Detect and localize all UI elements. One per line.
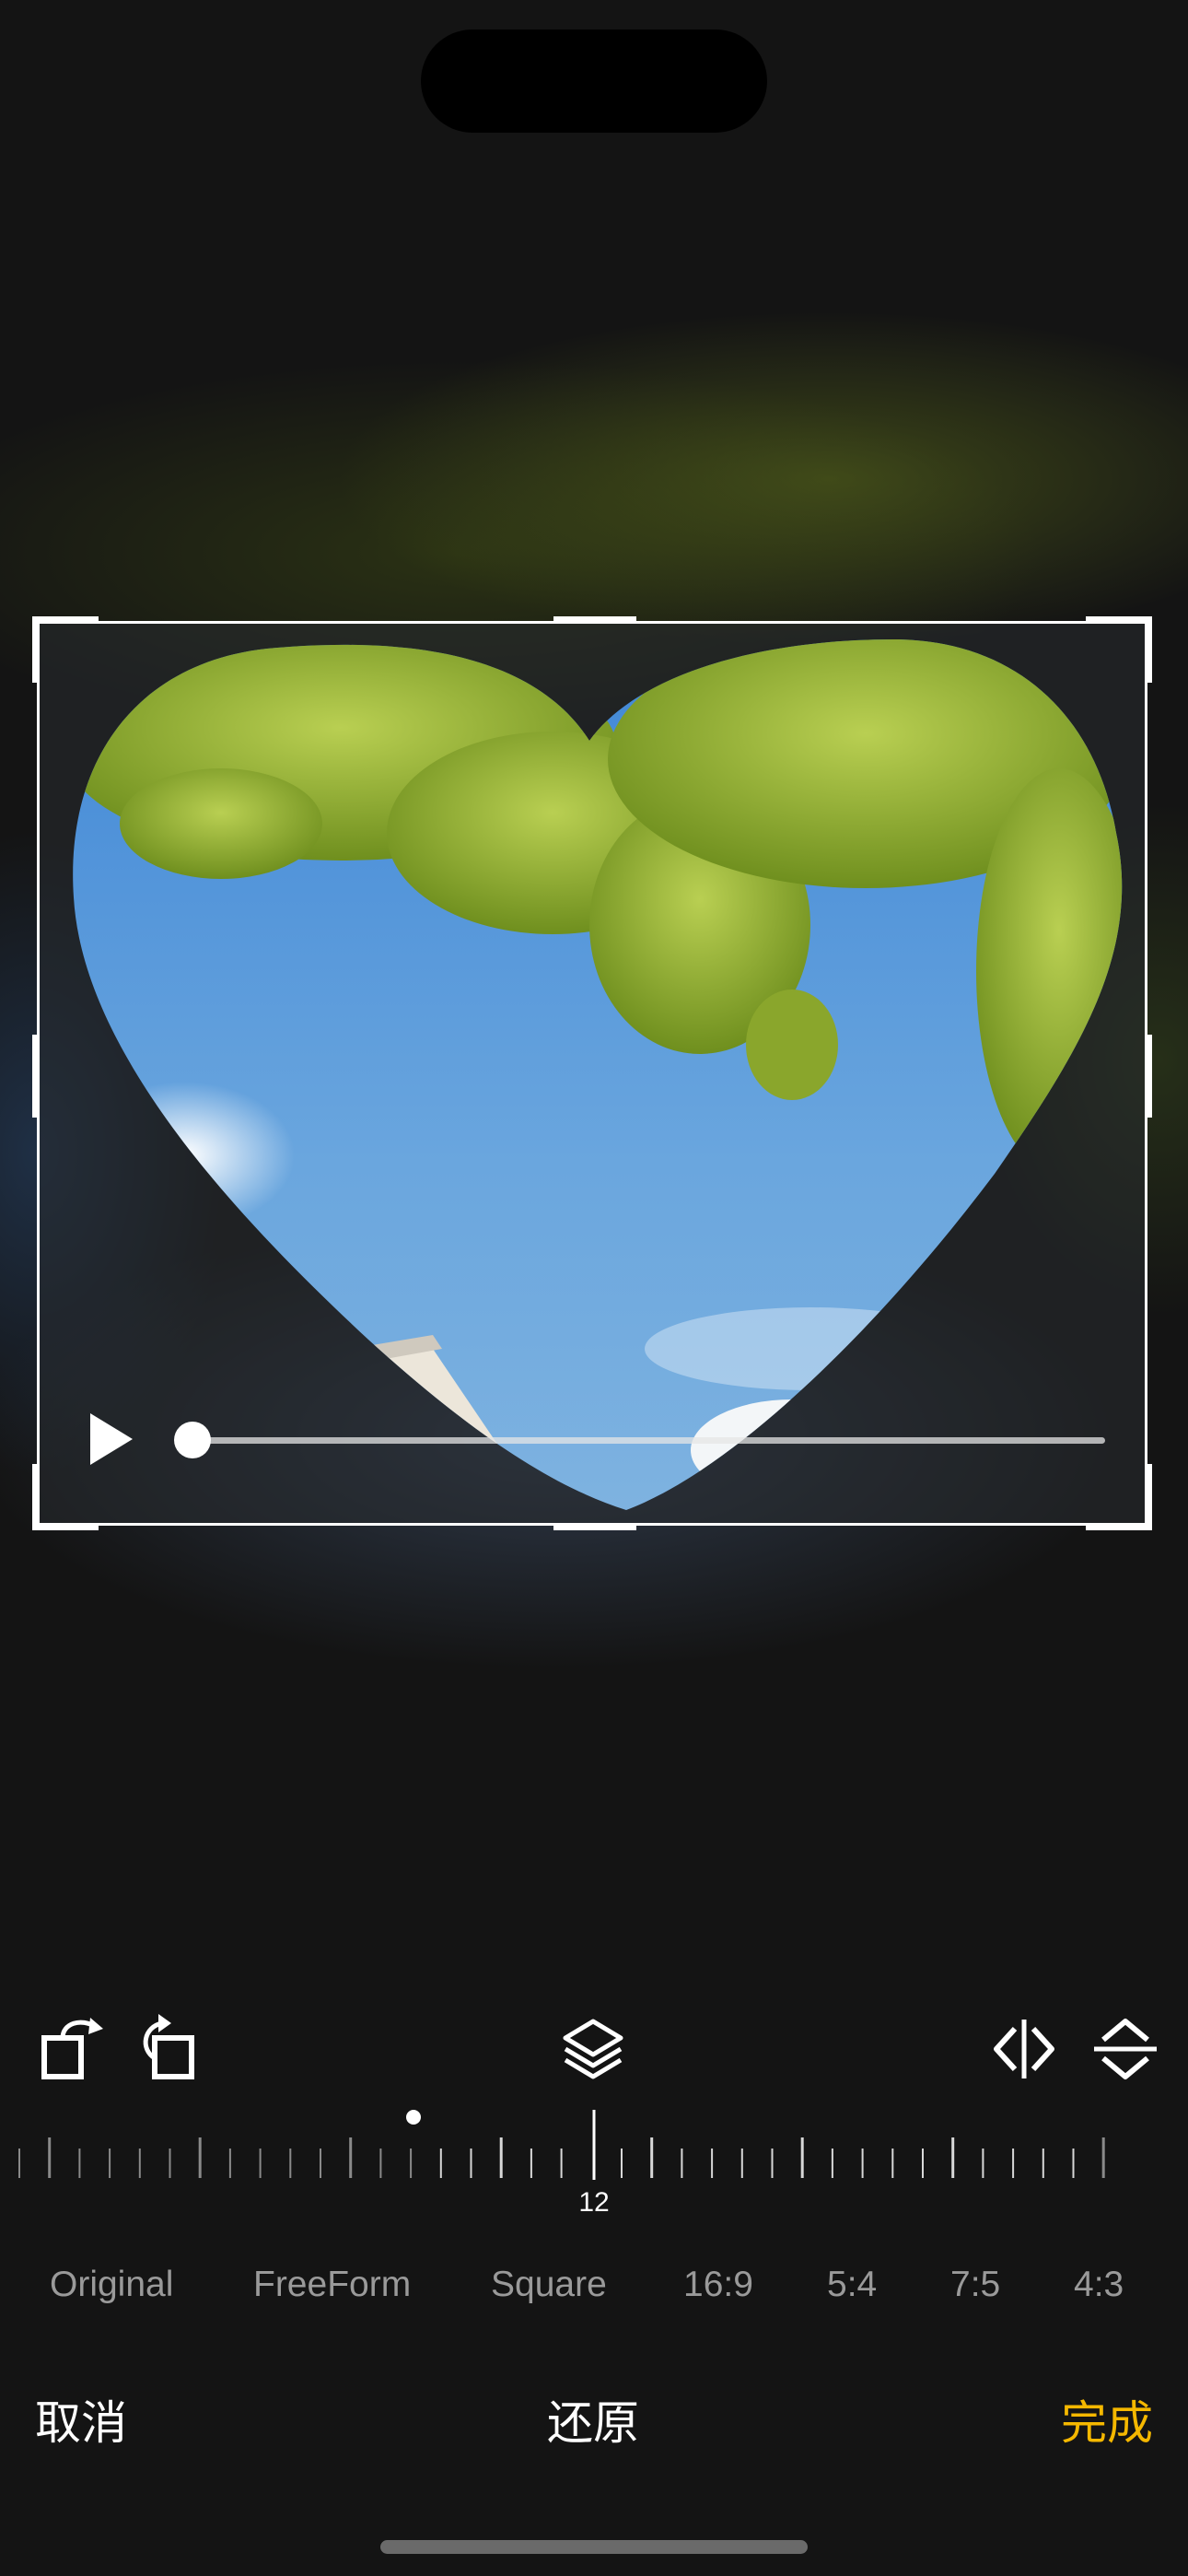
ruler-ticks <box>18 2137 1105 2178</box>
crop-handle-bottom[interactable] <box>553 1523 636 1530</box>
crop-handle-top-right[interactable] <box>1086 616 1152 683</box>
home-indicator <box>380 2540 808 2554</box>
play-icon[interactable] <box>88 1411 134 1467</box>
crop-handle-left[interactable] <box>32 1035 40 1118</box>
ratio-16-9[interactable]: 16:9 <box>683 2265 753 2305</box>
flip-vertical-icon[interactable] <box>1089 2012 1162 2086</box>
cancel-button[interactable]: 取消 <box>35 2386 127 2453</box>
crop-frame[interactable] <box>32 616 1152 1530</box>
rotate-right-icon[interactable] <box>134 2012 208 2086</box>
ruler-zero-marker <box>406 2110 421 2125</box>
ratio-square[interactable]: Square <box>491 2265 607 2305</box>
video-scrubber-track[interactable] <box>193 1437 1105 1444</box>
done-button[interactable]: 完成 <box>1061 2386 1153 2453</box>
dynamic-island <box>421 29 767 133</box>
crop-handle-right[interactable] <box>1145 1035 1152 1118</box>
crop-handle-bottom-left[interactable] <box>32 1464 99 1530</box>
crop-handle-bottom-right[interactable] <box>1086 1464 1152 1530</box>
reset-button[interactable]: 还原 <box>547 2386 639 2453</box>
ratio-freeform[interactable]: FreeForm <box>253 2265 411 2305</box>
crop-handle-top[interactable] <box>553 616 636 624</box>
video-scrubber-knob[interactable] <box>174 1422 211 1458</box>
ratio-4-3[interactable]: 4:3 <box>1074 2265 1124 2305</box>
rotate-left-icon[interactable] <box>35 2012 109 2086</box>
crop-handle-top-left[interactable] <box>32 616 99 683</box>
ratio-7-5[interactable]: 7:5 <box>950 2265 1000 2305</box>
ratio-original[interactable]: Original <box>50 2265 173 2305</box>
rotation-value: 12 <box>578 2187 610 2218</box>
flip-horizontal-icon[interactable] <box>987 2012 1061 2086</box>
ratio-5-4[interactable]: 5:4 <box>827 2265 877 2305</box>
layers-icon[interactable] <box>556 2012 630 2086</box>
